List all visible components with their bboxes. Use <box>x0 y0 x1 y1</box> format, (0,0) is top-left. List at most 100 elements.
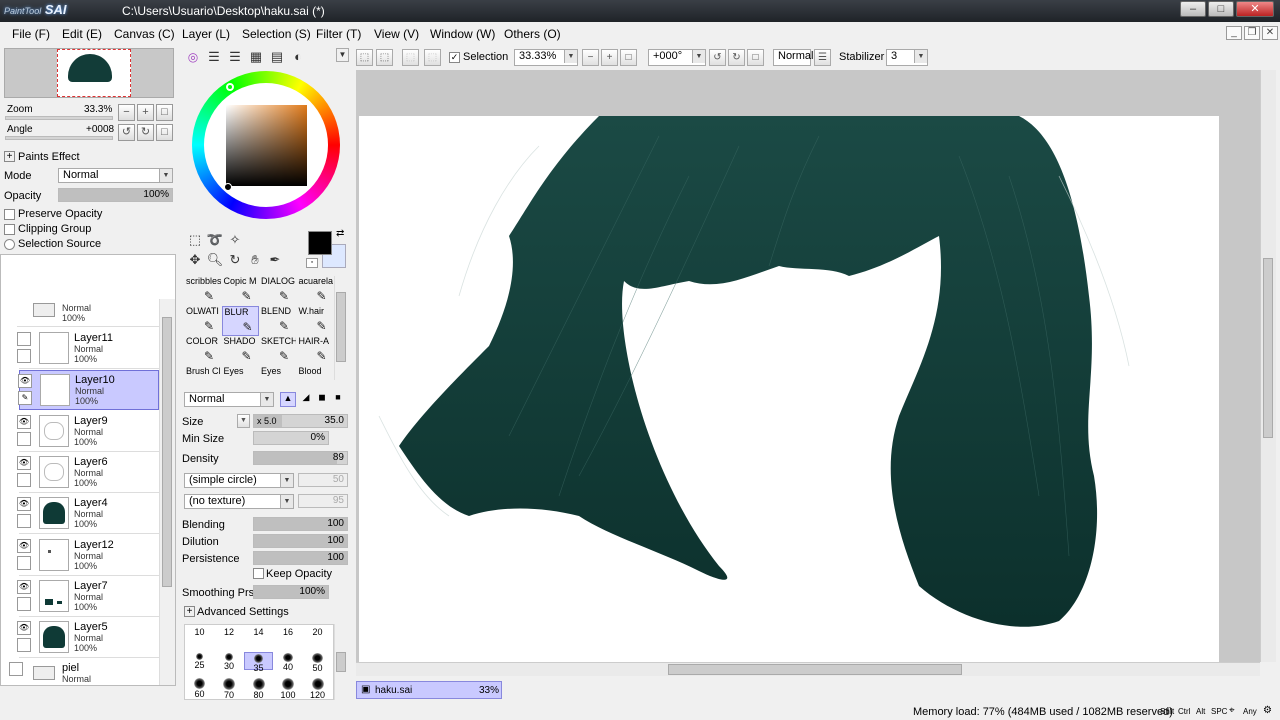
brush-shape-dropdown[interactable]: (simple circle) ▼ <box>184 473 294 488</box>
rgb-slider-tab-icon[interactable]: ☰ <box>205 48 223 66</box>
layer-lock-toggle[interactable] <box>17 431 31 446</box>
mdi-minimize-button[interactable]: _ <box>1226 26 1242 40</box>
eye-icon[interactable]: 👁︎ <box>17 497 31 512</box>
layer-lock-toggle[interactable] <box>17 472 31 487</box>
swap-colors-icon[interactable]: ⇄ <box>336 228 344 239</box>
rotate-right-button[interactable]: ↻ <box>137 124 154 141</box>
eye-icon[interactable]: 👁︎ <box>17 538 31 553</box>
zoom-in-button[interactable]: + <box>601 49 618 66</box>
hand-icon[interactable]: ✋︎ <box>246 251 264 269</box>
layer-folder-piel[interactable]: piel Normal <box>9 660 159 686</box>
brush-size-preset[interactable]: 60 <box>185 677 214 699</box>
layer-row[interactable]: Layer11 Normal 100% <box>17 329 159 369</box>
primary-color-swatch[interactable] <box>308 231 332 255</box>
zoom-out-button[interactable]: − <box>582 49 599 66</box>
brush-size-preset[interactable]: 40 <box>274 652 303 672</box>
brush-tool-scribbles[interactable]: scribbles ✎ <box>184 276 221 306</box>
color-wheel[interactable] <box>192 71 340 219</box>
brush-tool-hair-a[interactable]: HAIR-A ✎ <box>297 336 334 366</box>
canvas-horizontal-scrollbar[interactable] <box>356 662 1260 676</box>
scrollbar-thumb[interactable] <box>162 317 172 587</box>
eye-icon[interactable]: 👁︎ <box>17 414 31 429</box>
maximize-button[interactable]: □ <box>1208 1 1234 17</box>
clipping-group-checkbox[interactable] <box>4 224 15 235</box>
brush-size-preset[interactable]: 25 <box>185 652 214 670</box>
flip-horizontal-icon[interactable]: ☰ <box>814 49 831 66</box>
menu-canvas[interactable]: Canvas (C) <box>114 27 175 41</box>
transparent-color-icon[interactable]: ▫ <box>306 258 318 268</box>
menu-filter[interactable]: Filter (T) <box>316 27 361 41</box>
preserve-opacity-checkbox[interactable] <box>4 209 15 220</box>
brush-tool-w-hair[interactable]: W.hair ✎ <box>297 306 334 336</box>
stabilizer-dropdown[interactable]: 3 ▼ <box>886 49 928 66</box>
tip-sharp-icon[interactable]: ▲ <box>280 392 296 407</box>
zoom-out-button[interactable]: − <box>118 104 135 121</box>
brush-size-preset[interactable]: 12 <box>215 627 244 645</box>
rotate-reset-button[interactable]: □ <box>156 124 173 141</box>
smoothing-slider[interactable]: 100% <box>253 585 329 599</box>
scratchpad-tab-icon[interactable]: ◐ <box>289 48 307 66</box>
saturation-value-square[interactable] <box>226 105 307 186</box>
layer-row[interactable]: 👁︎ Layer5 Normal 100% <box>17 618 159 659</box>
dilution-slider[interactable]: 100 <box>253 534 348 548</box>
minimize-button[interactable]: – <box>1180 1 1206 17</box>
menu-selection[interactable]: Selection (S) <box>242 27 311 41</box>
brush-tool-blend[interactable]: BLEND ✎ <box>259 306 296 336</box>
keep-opacity-checkbox[interactable] <box>253 568 264 579</box>
zoom-reset-button[interactable]: □ <box>620 49 637 66</box>
brush-tool-shado[interactable]: SHADO ✎ <box>222 336 259 366</box>
brush-size-preset[interactable]: 120 <box>303 677 332 700</box>
hue-picker-marker[interactable] <box>226 83 234 91</box>
paints-effect-expand-icon[interactable]: + <box>4 151 15 162</box>
brush-grid-scrollbar[interactable] <box>334 276 348 380</box>
advanced-settings-label[interactable]: Advanced Settings <box>197 606 289 618</box>
angle-dropdown[interactable]: +000° ▼ <box>648 49 706 66</box>
brush-tool-copic-m[interactable]: Copic M ✎ <box>222 276 259 306</box>
brush-tool-dialog[interactable]: DIALOG ✎ <box>259 276 296 306</box>
zoom-slider[interactable] <box>5 116 113 120</box>
size-presets-scrollbar[interactable] <box>334 624 348 700</box>
density-slider[interactable]: 89 <box>253 451 348 465</box>
layer-row[interactable]: 👁︎ Layer9 Normal 100% <box>17 411 159 452</box>
panel-toggle-icon[interactable]: ▼ <box>336 48 349 62</box>
brush-tool-color[interactable]: COLOR ✎ <box>184 336 221 366</box>
brush-size-preset[interactable]: 30 <box>215 652 244 671</box>
blending-slider[interactable]: 100 <box>253 517 348 531</box>
sv-picker-marker[interactable] <box>224 183 232 191</box>
selection-checkbox[interactable]: ✓ <box>449 52 460 63</box>
layer-row[interactable]: 👁︎ ✎ Layer10 Normal 100% <box>18 370 159 411</box>
rotate-right-button[interactable]: ↻ <box>728 49 745 66</box>
layer-row[interactable]: 👁︎ Layer4 Normal 100% <box>17 494 159 535</box>
advanced-expand-icon[interactable]: + <box>184 606 195 617</box>
select-all-icon[interactable]: ⬚ <box>356 49 373 66</box>
layer-lock-toggle[interactable] <box>17 596 31 611</box>
layer-row[interactable]: 👁︎ Layer12 Normal 100% <box>17 535 159 576</box>
visibility-toggle[interactable] <box>17 332 31 346</box>
menu-window[interactable]: Window (W) <box>430 27 495 41</box>
brush-size-preset[interactable]: 100 <box>274 677 303 700</box>
rotate-reset-button[interactable]: □ <box>747 49 764 66</box>
menu-layer[interactable]: Layer (L) <box>182 27 230 41</box>
eye-icon[interactable]: 👁︎ <box>17 579 31 594</box>
brush-tool-olwati[interactable]: OLWATI ✎ <box>184 306 221 336</box>
brush-size-preset[interactable]: 10 <box>185 627 214 645</box>
magic-wand-icon[interactable]: ✧ <box>226 231 244 249</box>
tip-soft-icon[interactable]: ◢ <box>298 392 314 407</box>
view-mode-dropdown[interactable]: Normal <box>773 49 813 66</box>
angle-slider[interactable] <box>5 136 113 140</box>
menu-edit[interactable]: Edit (E) <box>62 27 102 41</box>
document-tab[interactable]: ▣ haku.sai 33% <box>356 681 502 699</box>
canvas-vertical-scrollbar[interactable] <box>1260 70 1276 662</box>
tip-round-icon[interactable]: ◼ <box>314 392 330 407</box>
brush-size-preset[interactable]: 14 <box>244 627 273 645</box>
mdi-close-button[interactable]: ✕ <box>1262 26 1278 40</box>
eye-icon[interactable]: 👁︎ <box>17 455 31 470</box>
canvas-paper[interactable] <box>359 116 1219 662</box>
deselect-icon[interactable]: ⬚ <box>376 49 393 66</box>
brush-size-preset[interactable]: 20 <box>303 627 332 645</box>
scrollbar-thumb[interactable] <box>336 652 346 672</box>
rect-select-icon[interactable]: ⬚ <box>186 231 204 249</box>
navigator-viewport[interactable] <box>57 49 131 97</box>
show-selection-icon[interactable]: ⬚ <box>424 49 441 66</box>
layer-lock-toggle[interactable] <box>17 514 31 529</box>
